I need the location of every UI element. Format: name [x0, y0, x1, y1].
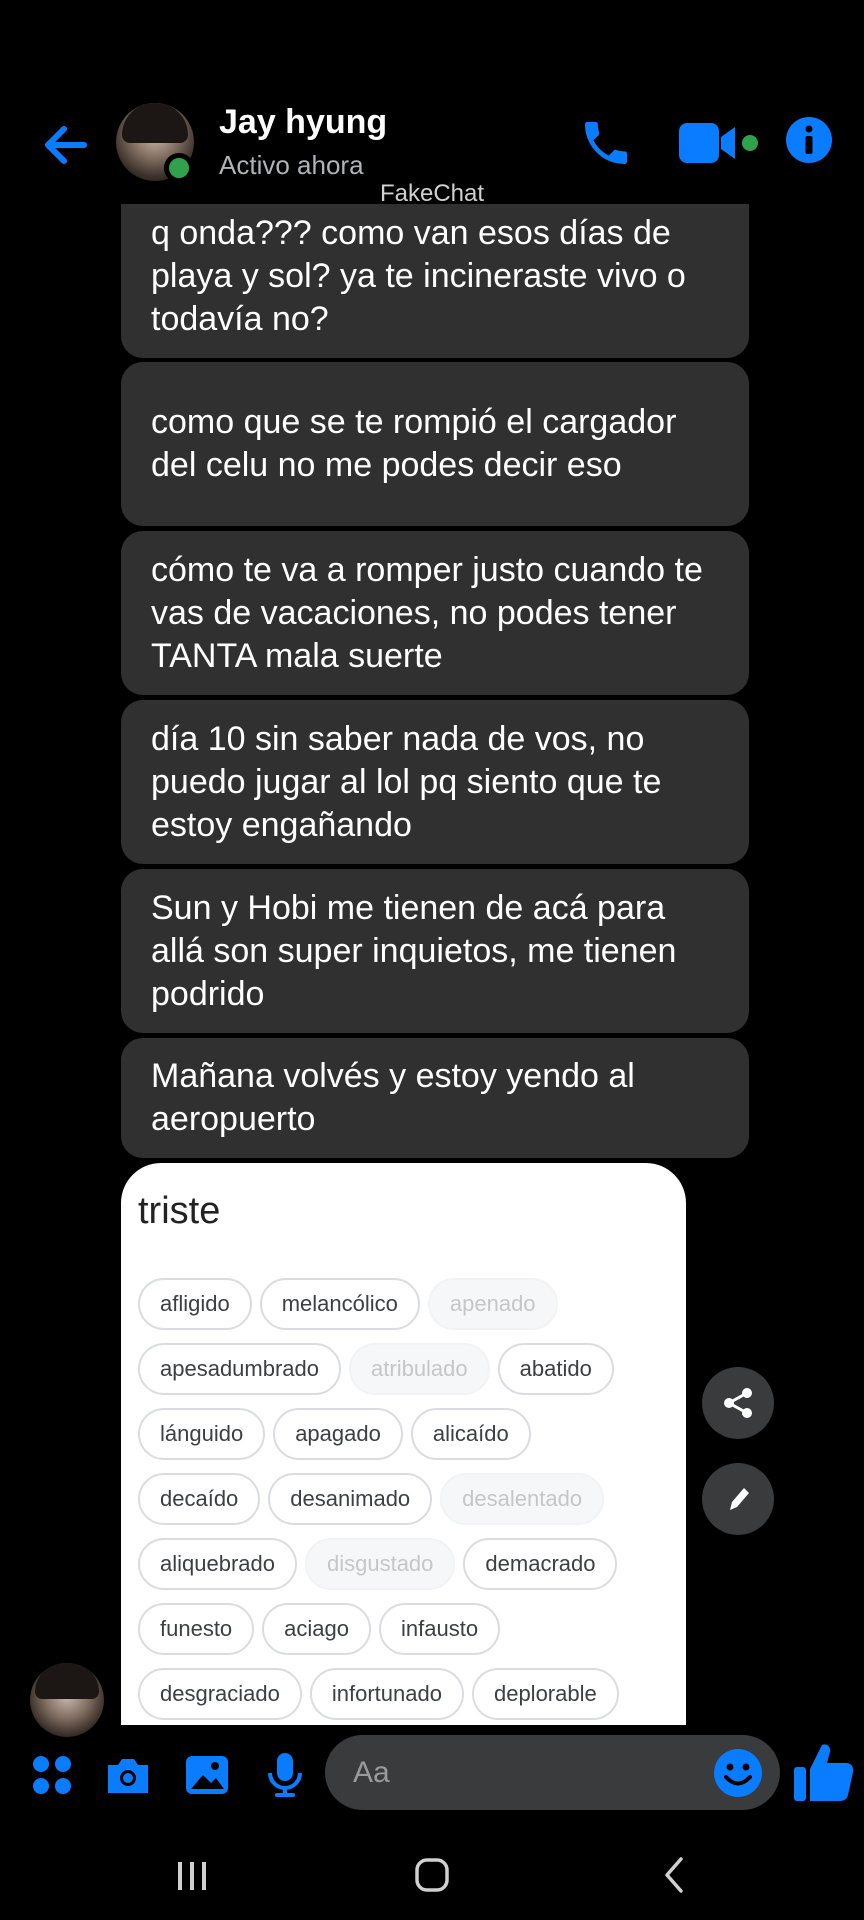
synonym-chip: melancólico — [259, 1278, 420, 1330]
message-bubble[interactable]: q onda??? como van esos días de playa y … — [121, 204, 749, 358]
back-icon[interactable] — [645, 1850, 705, 1900]
pencil-icon — [730, 1488, 749, 1510]
emoji-icon[interactable] — [713, 1748, 763, 1798]
home-icon[interactable] — [402, 1850, 462, 1900]
edit-button[interactable] — [702, 1463, 774, 1535]
composer-bar — [0, 1735, 864, 1810]
info-icon[interactable] — [784, 115, 834, 165]
chip-row: desgraciado infortunado deplorable — [138, 1668, 619, 1720]
message-text: día 10 sin saber nada de vos, no puedo j… — [151, 719, 662, 844]
synonym-chip: desgraciado — [138, 1668, 302, 1720]
camera-icon[interactable] — [104, 1751, 152, 1799]
back-arrow-icon[interactable] — [38, 117, 94, 173]
chip-row: apesadumbrado atribulado abatido — [138, 1343, 614, 1395]
synonym-chip: infortunado — [309, 1668, 464, 1720]
chip-row: funesto aciago infausto — [138, 1603, 501, 1655]
message-text: q onda??? como van esos días de playa y … — [151, 214, 686, 338]
message-text: Mañana volvés y estoy yendo al aeropuert… — [151, 1057, 635, 1138]
contact-status: Activo ahora — [219, 150, 364, 180]
card-title: triste — [138, 1190, 221, 1232]
share-icon — [724, 1388, 752, 1418]
message-bubble[interactable]: día 10 sin saber nada de vos, no puedo j… — [121, 700, 749, 864]
synonym-chip: afligido — [138, 1278, 252, 1330]
phone-icon[interactable] — [578, 115, 634, 171]
synonym-chip: abatido — [497, 1343, 614, 1395]
synonym-chip: desalentado — [440, 1473, 605, 1525]
message-text: cómo te va a romper justo cuando te vas … — [151, 550, 703, 675]
message-bubble[interactable]: como que se te rompió el cargador del ce… — [121, 362, 749, 526]
synonym-chip: apenado — [427, 1278, 558, 1330]
message-text: Sun y Hobi me tienen de acá para allá so… — [151, 888, 677, 1013]
recents-icon[interactable] — [162, 1850, 222, 1900]
synonym-chip: demacrado — [463, 1538, 618, 1590]
synonym-chip: infausto — [379, 1603, 501, 1655]
synonym-chip: lánguido — [138, 1408, 266, 1460]
synonym-chip: alicaído — [410, 1408, 531, 1460]
message-bubble[interactable]: cómo te va a romper justo cuando te vas … — [121, 531, 749, 695]
chip-row: afligido melancólico apenado — [138, 1278, 558, 1330]
synonym-chip: deplorable — [471, 1668, 619, 1720]
synonym-chip: funesto — [138, 1603, 255, 1655]
share-button[interactable] — [702, 1367, 774, 1439]
message-text: como que se te rompió el cargador del ce… — [151, 403, 677, 484]
message-bubble[interactable]: Mañana volvés y estoy yendo al aeropuert… — [121, 1038, 749, 1158]
synonym-chip: aliquebrado — [138, 1538, 297, 1590]
system-navigation-bar — [0, 1830, 864, 1920]
chip-row: aliquebrado disgustado demacrado — [138, 1538, 618, 1590]
message-bubble[interactable]: Sun y Hobi me tienen de acá para allá so… — [121, 869, 749, 1033]
message-composer[interactable] — [325, 1735, 780, 1810]
image-message[interactable]: triste afligido melancólico apenado apes… — [121, 1163, 686, 1725]
chip-row: lánguido apagado alicaído — [138, 1408, 531, 1460]
synonym-chip: disgustado — [304, 1538, 456, 1590]
menu-grid-icon[interactable] — [28, 1751, 76, 1799]
image-icon[interactable] — [183, 1751, 231, 1799]
synonym-chip: desanimado — [268, 1473, 433, 1525]
synonym-chip: apesadumbrado — [138, 1343, 342, 1395]
message-input[interactable] — [353, 1735, 683, 1810]
synonym-chip: decaído — [138, 1473, 261, 1525]
synonym-chip: atribulado — [349, 1343, 490, 1395]
synonym-chip: apagado — [273, 1408, 403, 1460]
video-camera-icon[interactable] — [677, 117, 761, 169]
synonym-chip: aciago — [262, 1603, 372, 1655]
online-indicator — [164, 153, 194, 183]
microphone-icon[interactable] — [261, 1751, 309, 1799]
thumbs-up-icon[interactable] — [790, 1739, 856, 1805]
contact-name[interactable]: Jay hyung — [219, 103, 387, 142]
chip-row: decaído desanimado desalentado — [138, 1473, 605, 1525]
sender-avatar — [30, 1663, 104, 1737]
